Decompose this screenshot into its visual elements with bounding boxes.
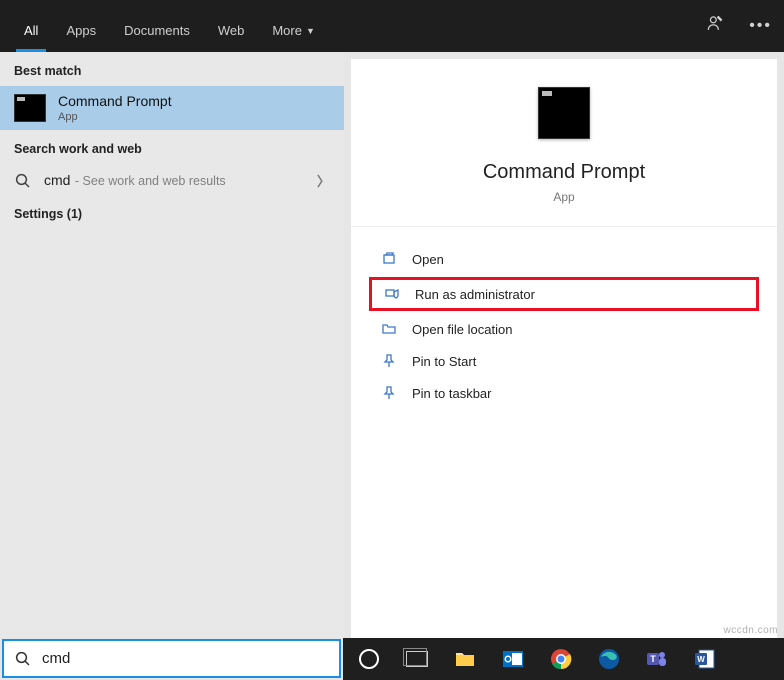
preview-subtitle: App [351,190,777,204]
file-explorer-icon[interactable] [445,639,485,679]
search-icon [14,172,32,190]
action-run-admin-label: Run as administrator [415,287,535,302]
section-settings[interactable]: Settings (1) [0,197,344,231]
task-view-icon[interactable] [397,639,437,679]
action-open-label: Open [412,252,444,267]
outlook-icon[interactable] [493,639,533,679]
tab-more[interactable]: More ▼ [258,13,329,52]
tab-web[interactable]: Web [204,13,259,52]
preview-command-prompt-icon [538,87,590,139]
action-pin-taskbar-label: Pin to taskbar [412,386,492,401]
pin-start-icon [381,353,397,369]
action-pin-start-label: Pin to Start [412,354,476,369]
section-search-work-web: Search work and web [0,130,344,164]
tab-all[interactable]: All [10,13,52,52]
more-options-icon[interactable]: ••• [749,17,772,35]
tab-documents[interactable]: Documents [110,13,204,52]
pin-taskbar-icon [381,385,397,401]
search-bar[interactable] [2,639,341,678]
action-pin-to-start[interactable]: Pin to Start [351,345,777,377]
admin-shield-icon [384,286,400,302]
preview-title: Command Prompt [351,161,777,184]
preview-panel: Command Prompt App Open Run as administr… [351,59,777,638]
result-command-prompt[interactable]: Command Prompt App [0,86,344,130]
cortana-icon[interactable] [349,639,389,679]
action-open-location-label: Open file location [412,322,512,337]
result-type: App [58,111,172,123]
chevron-down-icon: ▼ [306,26,315,36]
search-web-row[interactable]: cmd - See work and web results 〉 [0,164,344,197]
results-panel: Best match Command Prompt App Search wor… [0,52,344,638]
section-best-match: Best match [0,52,344,86]
search-term: cmd [44,172,70,188]
tab-apps[interactable]: Apps [52,13,110,52]
search-input[interactable] [42,650,329,667]
teams-icon[interactable]: T [637,639,677,679]
action-run-as-administrator[interactable]: Run as administrator [369,277,759,311]
tab-more-label: More [272,23,302,38]
feedback-icon[interactable] [705,14,725,39]
result-name: Command Prompt [58,93,172,109]
open-icon [381,251,397,267]
folder-icon [381,321,397,337]
action-open[interactable]: Open [351,243,777,275]
word-icon[interactable]: W [685,639,725,679]
action-open-file-location[interactable]: Open file location [351,313,777,345]
search-filter-tabs: All Apps Documents Web More ▼ ••• [0,0,784,52]
search-icon [14,650,32,668]
watermark: wccdn.com [723,625,778,636]
edge-icon[interactable] [589,639,629,679]
command-prompt-icon [14,94,46,122]
search-hint: - See work and web results [75,174,226,188]
svg-text:W: W [697,655,705,664]
action-pin-to-taskbar[interactable]: Pin to taskbar [351,377,777,409]
chrome-icon[interactable] [541,639,581,679]
taskbar: T W [343,638,784,680]
svg-text:T: T [650,654,656,664]
chevron-right-icon: 〉 [317,171,330,190]
